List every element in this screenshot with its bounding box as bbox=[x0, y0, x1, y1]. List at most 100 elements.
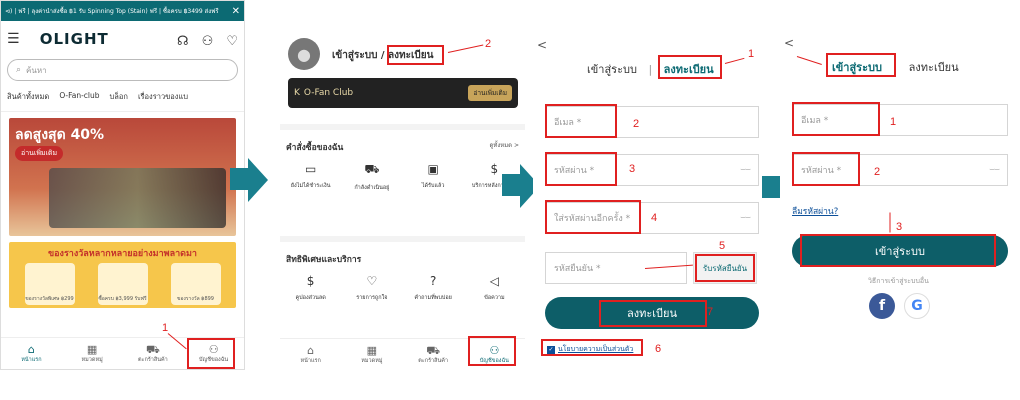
highlight-box bbox=[695, 254, 755, 282]
orders-section: คำสั่งซื้อของฉัน ดูทั้งหมด > ▭ ยังไม่ได้ชำ… bbox=[280, 124, 525, 230]
pointer-arrow bbox=[724, 57, 745, 64]
heart-icon[interactable]: ♡ bbox=[226, 34, 238, 49]
home-icon: ⌂ bbox=[27, 342, 35, 356]
highlight-box bbox=[599, 300, 707, 327]
ofan-icon: K bbox=[294, 88, 300, 98]
logo[interactable]: OLIGHT bbox=[40, 30, 109, 48]
ofan-button[interactable]: อ่านเพิ่มเติม bbox=[468, 85, 512, 101]
home-icon: ⌂ bbox=[307, 343, 315, 357]
banner-button[interactable]: อ่านเพิ่มเติม bbox=[15, 146, 64, 161]
header-icons: ☊ ⚇ ♡ bbox=[169, 30, 238, 49]
nav-categories[interactable]: ▦ หมวดหมู่ bbox=[341, 339, 402, 370]
order-label: ได้รับแล้ว bbox=[421, 183, 445, 189]
heart-icon: ♡ bbox=[366, 274, 378, 288]
box-icon: ▣ bbox=[427, 162, 439, 176]
nav-cart[interactable]: ⛟ ตะกร้าสินค้า bbox=[123, 338, 184, 369]
tab-ofan-club[interactable]: O-Fan-club bbox=[59, 91, 99, 103]
ofan-club-card[interactable]: K O-Fan Club อ่านเพิ่มเติม bbox=[288, 78, 518, 108]
promo-item[interactable]: ของรางวัลพิเศษ ฿299 bbox=[24, 263, 75, 305]
back-icon[interactable]: < bbox=[537, 38, 547, 52]
verify-code-field[interactable]: รหัสยืนยัน * bbox=[545, 252, 687, 284]
search-input[interactable]: ⌕ ค้นหา bbox=[7, 59, 238, 81]
login-screen: < เข้าสู่ระบบ | ลงทะเบียน 1 อีเมล * 1 รห… bbox=[780, 0, 1020, 370]
nav-label: ตะกร้าสินค้า bbox=[418, 357, 449, 364]
nav-label: ตะกร้าสินค้า bbox=[137, 356, 168, 363]
promo-item[interactable]: ของรางวัล ฿899 bbox=[170, 263, 221, 305]
step-number: 7 bbox=[707, 306, 714, 318]
menu-icon[interactable]: ☰ bbox=[7, 31, 20, 47]
facebook-login-icon[interactable]: f bbox=[869, 293, 895, 319]
step-number: 1 bbox=[748, 48, 755, 60]
order-processing[interactable]: ⛟ กำลังดำเนินอยู่ bbox=[344, 162, 400, 192]
promo-item[interactable]: ซื้อครบ ฿3,999 รับฟรี bbox=[97, 263, 148, 305]
nav-categories[interactable]: ▦ หมวดหมู่ bbox=[62, 338, 123, 369]
avatar[interactable]: ● bbox=[288, 38, 320, 70]
banner-title: ลดสูงสุด 40% bbox=[15, 127, 105, 143]
nav-cart[interactable]: ⛟ ตะกร้าสินค้า bbox=[403, 339, 464, 370]
highlight-box bbox=[545, 104, 617, 138]
highlight-box bbox=[468, 336, 516, 366]
promo-bar: ⊲) | ฟรี | ลุงค่านำส่งซื้อ ฿1 รับ Spinni… bbox=[1, 1, 244, 21]
step-number: 2 bbox=[633, 118, 640, 130]
benefit-messages[interactable]: ◁ ข้อความ bbox=[466, 274, 522, 302]
eye-hidden-icon[interactable]: ⌣⌣ bbox=[740, 213, 751, 223]
ofan-label: K O-Fan Club bbox=[294, 88, 353, 98]
ofan-text: O-Fan Club bbox=[303, 88, 354, 98]
cart-icon: ⛟ bbox=[145, 342, 160, 356]
close-icon[interactable]: ✕ bbox=[232, 6, 240, 17]
tab-register[interactable]: ลงทะเบียน bbox=[909, 61, 959, 74]
support-icon[interactable]: ☊ bbox=[177, 34, 189, 49]
eye-hidden-icon[interactable]: ⌣⌣ bbox=[989, 165, 1000, 175]
account-screen: ● เข้าสู่ระบบ / ลงทะเบียน 2 K O-Fan Club … bbox=[280, 0, 525, 370]
login-text[interactable]: เข้าสู่ระบบ / bbox=[332, 50, 385, 61]
tab-all-products[interactable]: สินค้าทั้งหมด bbox=[7, 91, 49, 103]
nav-label: หมวดหมู่ bbox=[81, 356, 103, 363]
register-screen: < เข้าสู่ระบบ | ลงทะเบียน 1 อีเมล * 2 รห… bbox=[533, 0, 765, 370]
nav-label: หน้าแรก bbox=[300, 357, 321, 364]
order-label: กำลังดำเนินอยู่ bbox=[354, 185, 390, 191]
question-icon: ? bbox=[429, 274, 437, 288]
nav-label: หน้าแรก bbox=[21, 356, 42, 363]
promo-text: ⊲) | ฟรี | ลุงค่านำส่งซื้อ ฿1 รับ Spinni… bbox=[5, 8, 219, 15]
step-number: 2 bbox=[485, 38, 492, 50]
benefit-label: ข้อความ bbox=[484, 295, 505, 301]
tab-blog[interactable]: บล็อก bbox=[110, 91, 128, 103]
product-image bbox=[49, 168, 226, 228]
nav-home[interactable]: ⌂ หน้าแรก bbox=[280, 339, 341, 370]
header: ☰ OLIGHT ☊ ⚇ ♡ bbox=[1, 21, 244, 57]
benefit-wishlist[interactable]: ♡ รายการถูกใจ bbox=[344, 274, 400, 302]
order-unpaid[interactable]: ▭ ยังไม่ได้ชำระเงิน bbox=[283, 162, 339, 192]
highlight-box bbox=[387, 45, 444, 65]
benefit-faq[interactable]: ? คำถามที่พบบ่อย bbox=[405, 274, 461, 302]
eye-hidden-icon[interactable]: ⌣⌣ bbox=[740, 165, 751, 175]
alt-login-label: วิธีการเข้าสู่ระบบอื่น bbox=[868, 277, 929, 285]
pointer-arrow bbox=[889, 212, 891, 233]
nav-home[interactable]: ⌂ หน้าแรก bbox=[1, 338, 62, 369]
benefits-section: สิทธิพิเศษและบริการ $ คูปองส่วนลด ♡ รายการ… bbox=[280, 236, 525, 336]
tab-stories[interactable]: เรื่องราวของแบ bbox=[138, 91, 188, 103]
coupon-icon: $ bbox=[306, 274, 315, 288]
highlight-box bbox=[545, 152, 617, 186]
forgot-password-link[interactable]: ลืมรหัสผ่าน? bbox=[792, 204, 838, 218]
step-number: 3 bbox=[629, 163, 636, 175]
grid-icon: ▦ bbox=[366, 343, 378, 357]
order-label: ยังไม่ได้ชำระเงิน bbox=[290, 183, 331, 189]
google-login-icon[interactable]: G bbox=[904, 293, 930, 319]
truck-icon: ⛟ bbox=[364, 162, 380, 176]
user-icon[interactable]: ⚇ bbox=[202, 34, 214, 49]
highlight-box bbox=[545, 200, 641, 234]
highlight-box bbox=[800, 234, 996, 267]
benefit-coupons[interactable]: $ คูปองส่วนลด bbox=[283, 274, 339, 302]
promo-banner[interactable]: ของรางวัลหลากหลายอย่างมาพลาดมา ของรางวัล… bbox=[9, 242, 236, 308]
orders-view-all[interactable]: ดูทั้งหมด > bbox=[489, 140, 519, 154]
back-icon[interactable]: < bbox=[784, 36, 794, 50]
pointer-arrow bbox=[447, 44, 484, 53]
order-received[interactable]: ▣ ได้รับแล้ว bbox=[405, 162, 461, 192]
tab-login[interactable]: เข้าสู่ระบบ bbox=[587, 63, 637, 76]
hero-banner[interactable]: ลดสูงสุด 40% อ่านเพิ่มเติม bbox=[9, 118, 236, 236]
promo-title: ของรางวัลหลากหลายอย่างมาพลาดมา bbox=[48, 249, 197, 259]
wallet-icon: ▭ bbox=[304, 162, 317, 176]
home-screen: ⊲) | ฟรี | ลุงค่านำส่งซื้อ ฿1 รับ Spinni… bbox=[0, 0, 245, 370]
highlight-box bbox=[792, 102, 880, 136]
verify-code-placeholder: รหัสยืนยัน * bbox=[554, 264, 601, 274]
